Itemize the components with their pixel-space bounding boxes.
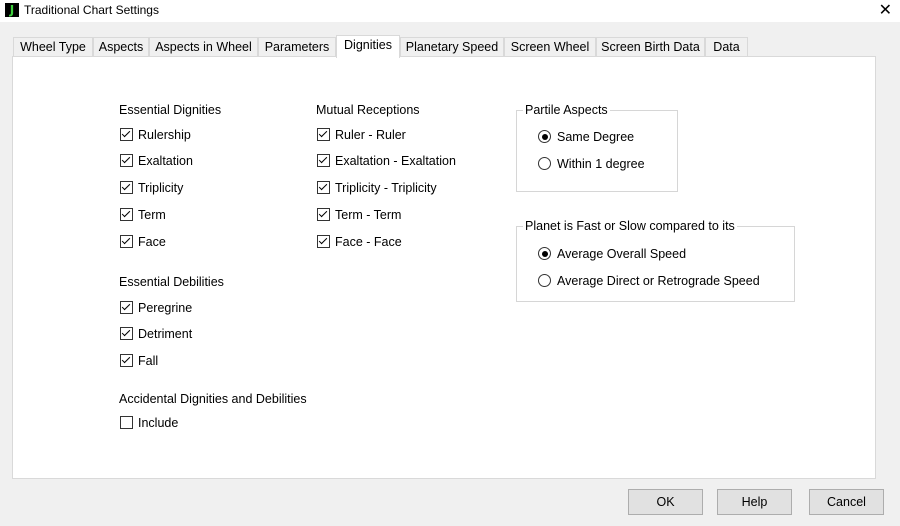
checkbox-box[interactable] <box>120 181 133 194</box>
checkbox-label: Include <box>138 416 179 430</box>
essential-debilities-label: Essential Debilities <box>119 275 224 289</box>
checkbox-label: Exaltation - Exaltation <box>335 154 456 168</box>
exaltation-exaltation-checkbox[interactable]: Exaltation - Exaltation <box>317 153 456 169</box>
radio-label: Within 1 degree <box>557 157 645 171</box>
checkbox-box[interactable] <box>120 128 133 141</box>
checkbox-box[interactable] <box>317 128 330 141</box>
same-degree-radio[interactable]: Same Degree <box>538 129 634 145</box>
tab-dignities[interactable]: Dignities <box>336 35 400 58</box>
checkbox-label: Rulership <box>138 128 191 142</box>
tab-planetary-speed[interactable]: Planetary Speed <box>400 37 504 56</box>
checkbox-label: Triplicity <box>138 181 184 195</box>
checkbox-box[interactable] <box>120 208 133 221</box>
exaltation-checkbox[interactable]: Exaltation <box>120 153 193 169</box>
radio-button[interactable] <box>538 247 551 260</box>
checkbox-box[interactable] <box>120 235 133 248</box>
peregrine-checkbox[interactable]: Peregrine <box>120 300 192 316</box>
radio-button[interactable] <box>538 274 551 287</box>
tab-screen-birth-data[interactable]: Screen Birth Data <box>596 37 705 56</box>
mutual-receptions-label: Mutual Receptions <box>316 103 420 117</box>
ok-button[interactable]: OK <box>628 489 703 515</box>
title-bar: J Traditional Chart Settings ✕ <box>0 0 900 22</box>
radio-label: Same Degree <box>557 130 635 144</box>
face-checkbox[interactable]: Face <box>120 234 166 250</box>
accidental-label: Accidental Dignities and Debilities <box>119 392 307 406</box>
fall-checkbox[interactable]: Fall <box>120 353 158 369</box>
tab-aspects[interactable]: Aspects <box>93 37 149 56</box>
average-overall-speed-radio[interactable]: Average Overall Speed <box>538 246 686 262</box>
checkbox-box[interactable] <box>317 208 330 221</box>
average-direct-retrograde-speed-radio[interactable]: Average Direct or Retrograde Speed <box>538 273 760 289</box>
checkbox-label: Term <box>138 208 166 222</box>
detriment-checkbox[interactable]: Detriment <box>120 326 192 342</box>
checkbox-label: Term - Term <box>335 208 402 222</box>
tab-aspects-in-wheel[interactable]: Aspects in Wheel <box>149 37 258 56</box>
rulership-checkbox[interactable]: Rulership <box>120 127 191 143</box>
within-1-degree-radio[interactable]: Within 1 degree <box>538 156 645 172</box>
cancel-button[interactable]: Cancel <box>809 489 884 515</box>
term-term-checkbox[interactable]: Term - Term <box>317 207 401 223</box>
planet-speed-label: Planet is Fast or Slow compared to its <box>523 219 737 233</box>
checkbox-label: Peregrine <box>138 301 193 315</box>
tab-wheel-type[interactable]: Wheel Type <box>13 37 93 56</box>
partile-aspects-group: Partile Aspects Same Degree Within 1 deg… <box>516 103 678 192</box>
partile-aspects-label: Partile Aspects <box>523 103 610 117</box>
checkbox-box[interactable] <box>317 154 330 167</box>
checkbox-label: Face <box>138 235 166 249</box>
checkbox-box[interactable] <box>120 154 133 167</box>
checkbox-label: Exaltation <box>138 154 193 168</box>
triplicity-checkbox[interactable]: Triplicity <box>120 180 183 196</box>
checkbox-label: Face - Face <box>335 235 402 249</box>
checkbox-box[interactable] <box>120 327 133 340</box>
checkbox-box[interactable] <box>120 301 133 314</box>
tab-screen-wheel[interactable]: Screen Wheel <box>504 37 596 56</box>
checkbox-label: Ruler - Ruler <box>335 128 406 142</box>
help-button[interactable]: Help <box>717 489 792 515</box>
essential-dignities-label: Essential Dignities <box>119 103 222 117</box>
radio-button[interactable] <box>538 130 551 143</box>
tab-data[interactable]: Data <box>705 37 748 56</box>
checkbox-label: Triplicity - Triplicity <box>335 181 437 195</box>
ruler-ruler-checkbox[interactable]: Ruler - Ruler <box>317 127 406 143</box>
radio-label: Average Overall Speed <box>557 247 687 261</box>
radio-label: Average Direct or Retrograde Speed <box>557 274 760 288</box>
window-title: Traditional Chart Settings <box>24 3 159 17</box>
checkbox-label: Detriment <box>138 327 193 341</box>
dignities-panel: Essential Dignities Rulership Exaltation… <box>12 56 876 479</box>
close-button[interactable]: ✕ <box>879 0 892 20</box>
checkbox-box[interactable] <box>120 416 133 429</box>
planet-speed-group: Planet is Fast or Slow compared to its A… <box>516 219 795 302</box>
checkbox-box[interactable] <box>317 235 330 248</box>
term-checkbox[interactable]: Term <box>120 207 166 223</box>
face-face-checkbox[interactable]: Face - Face <box>317 234 402 250</box>
include-checkbox[interactable]: Include <box>120 415 178 431</box>
radio-button[interactable] <box>538 157 551 170</box>
triplicity-triplicity-checkbox[interactable]: Triplicity - Triplicity <box>317 180 437 196</box>
checkbox-label: Fall <box>138 354 159 368</box>
checkbox-box[interactable] <box>317 181 330 194</box>
app-icon: J <box>5 3 19 17</box>
tab-parameters[interactable]: Parameters <box>258 37 336 56</box>
checkbox-box[interactable] <box>120 354 133 367</box>
